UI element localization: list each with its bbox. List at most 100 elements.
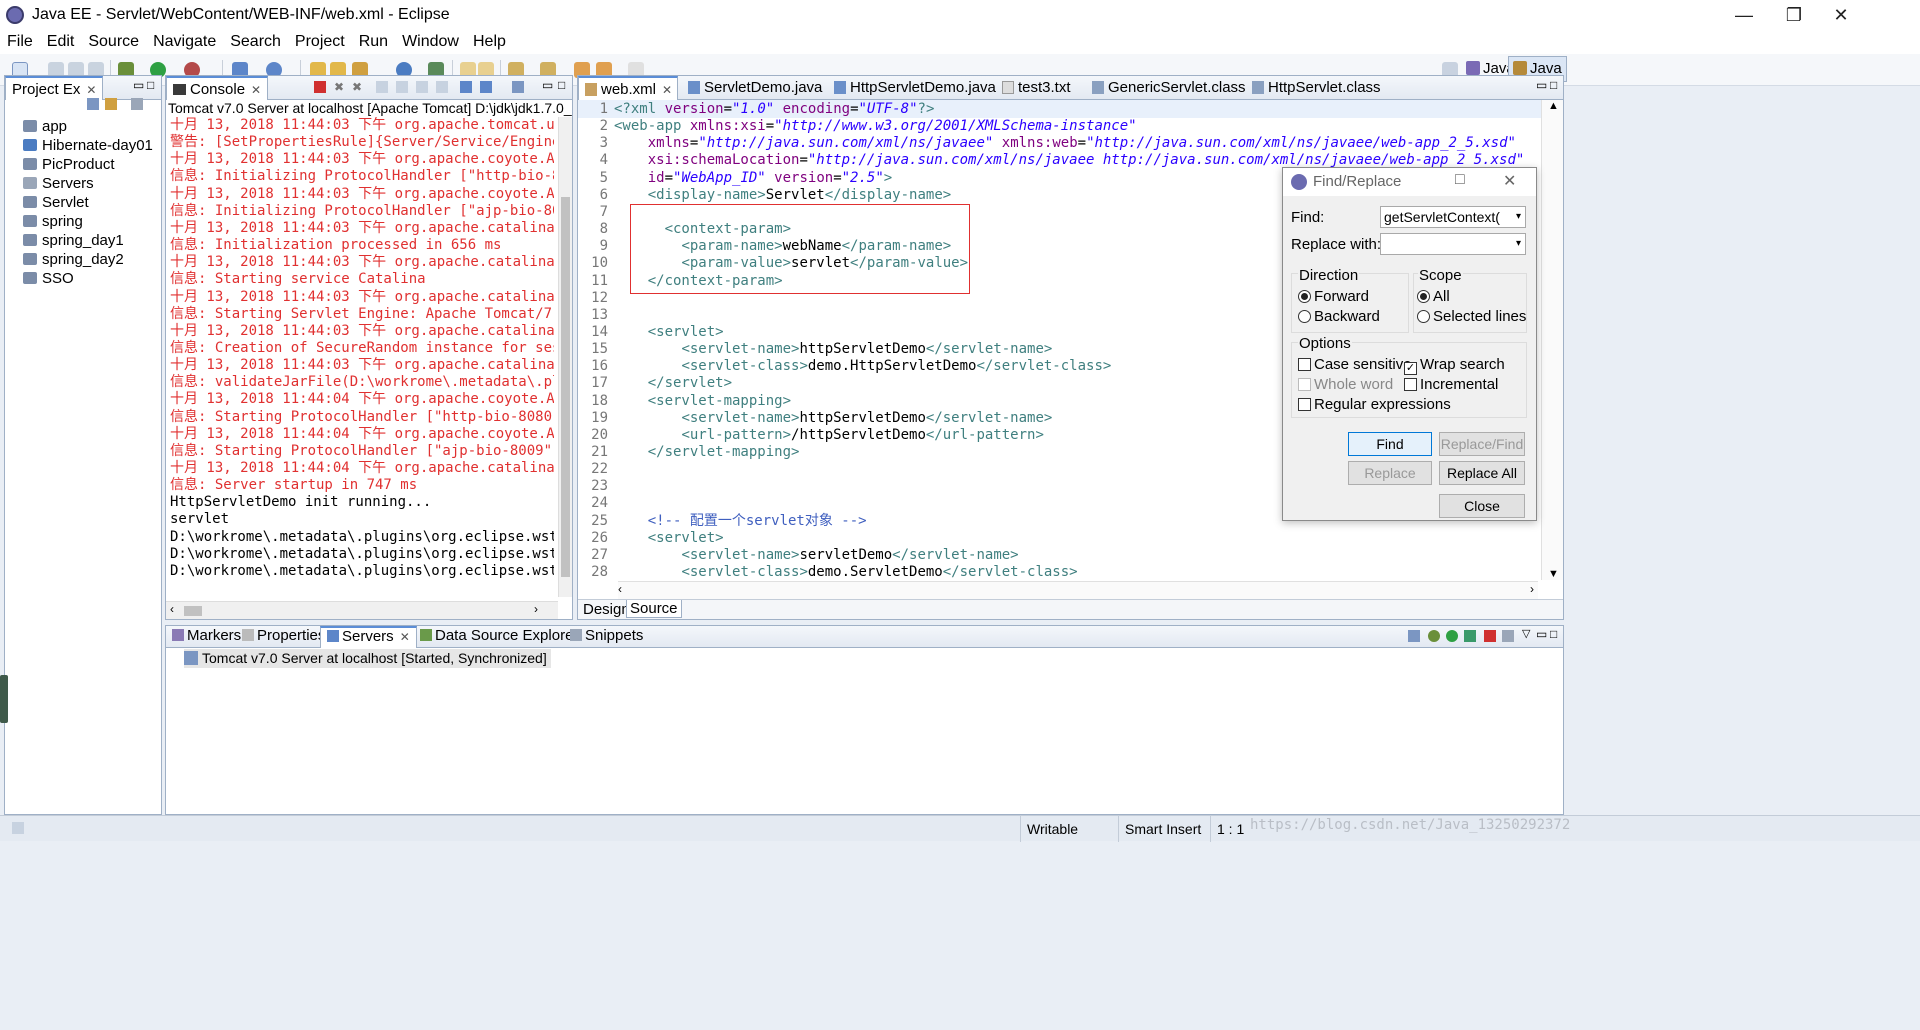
menu-search[interactable]: Search (223, 33, 288, 51)
remove-launch-icon[interactable]: ✖ (334, 80, 344, 94)
publish-icon[interactable] (1502, 630, 1514, 642)
tree-item-servlet[interactable]: Servlet (23, 193, 89, 212)
tab-source[interactable]: Source (626, 600, 682, 618)
tree-item-picproduct[interactable]: PicProduct (23, 155, 115, 174)
tab-test3-txt[interactable]: test3.txt (996, 76, 1077, 100)
incremental-label: Incremental (1420, 376, 1499, 393)
tab-snippets[interactable]: Snippets (564, 626, 649, 648)
tab-httpservlet-class[interactable]: HttpServlet.class (1246, 76, 1387, 100)
tree-item-sso[interactable]: SSO (23, 269, 74, 288)
tab-properties[interactable]: Properties (236, 626, 331, 648)
forward-radio[interactable]: Forward (1298, 288, 1369, 305)
tab-web-xml[interactable]: web.xml ✕ (578, 76, 678, 100)
menu-navigate[interactable]: Navigate (146, 33, 223, 51)
tab-markers[interactable]: Markers (166, 626, 247, 648)
tree-item-servers[interactable]: Servers (23, 174, 94, 193)
chevron-down-icon[interactable]: ▾ (1516, 234, 1521, 254)
link-editor-icon[interactable] (105, 98, 117, 110)
tab-httpservletdemo-java[interactable]: HttpServletDemo.java (828, 76, 1002, 100)
dialog-maximize-icon[interactable]: □ (1455, 171, 1465, 189)
open-console-icon[interactable] (512, 81, 524, 93)
console-line: 十月 13, 2018 11:44:03 下午 org.apache.catal… (170, 219, 554, 236)
tab-data-source-explorer[interactable]: Data Source Explorer (414, 626, 584, 648)
scroll-lock-icon[interactable] (396, 81, 408, 93)
minimize-view-icon[interactable]: ▭ (1536, 627, 1547, 641)
menu-run[interactable]: Run (352, 33, 395, 51)
dialog-close-icon[interactable]: ✕ (1503, 171, 1516, 191)
minimize-view-icon[interactable]: ▭ (542, 78, 553, 92)
case-sensitive-checkbox[interactable]: Case sensitive (1298, 356, 1412, 373)
minimize-view-icon[interactable]: ▭ (1536, 78, 1547, 92)
close-icon[interactable]: ✕ (400, 630, 410, 644)
maximize-view-icon[interactable]: □ (558, 78, 565, 92)
chevron-down-icon[interactable]: ▾ (1516, 207, 1521, 227)
show-on-error-icon[interactable] (436, 81, 448, 93)
close-icon[interactable]: ✕ (251, 83, 261, 97)
tree-item-app[interactable]: app (23, 117, 67, 136)
profile-server-icon[interactable] (1464, 630, 1476, 642)
backward-radio[interactable]: Backward (1298, 308, 1380, 325)
replace-all-button[interactable]: Replace All (1439, 461, 1525, 485)
maximize-view-icon[interactable]: □ (1550, 627, 1557, 641)
remove-all-icon[interactable]: ✖ (352, 80, 362, 94)
tree-item-spring[interactable]: spring (23, 212, 83, 231)
tab-console[interactable]: Console ✕ (166, 76, 269, 100)
maximize-view-icon[interactable]: □ (147, 78, 154, 92)
menu-file[interactable]: File (0, 33, 40, 51)
view-menu-icon[interactable]: ▽ (1522, 627, 1530, 640)
scroll-right-icon[interactable]: › (1530, 582, 1534, 596)
editor-hscrollbar[interactable]: ‹ › (618, 581, 1538, 599)
menu-window[interactable]: Window (395, 33, 466, 51)
editor-vscrollbar[interactable]: ▲ ▼ (1541, 100, 1563, 580)
pin-console-icon[interactable] (460, 81, 472, 93)
tab-project-explorer[interactable]: Project Ex ✕ (5, 76, 104, 100)
clear-console-icon[interactable] (376, 81, 388, 93)
regex-checkbox[interactable]: Regular expressions (1298, 396, 1451, 413)
close-icon[interactable]: ✕ (86, 83, 96, 97)
scroll-up-icon[interactable]: ▲ (1548, 100, 1559, 112)
show-on-output-icon[interactable] (416, 81, 428, 93)
fast-view-handle[interactable] (0, 675, 8, 723)
console-output[interactable]: 十月 13, 2018 11:44:03 下午 org.apache.tomca… (166, 117, 554, 617)
menu-edit[interactable]: Edit (40, 33, 82, 51)
console-hscrollbar[interactable]: ‹ › (166, 601, 558, 619)
tree-item-hibernate[interactable]: Hibernate-day01 (23, 136, 153, 155)
incremental-checkbox[interactable]: Incremental (1404, 376, 1498, 393)
tab-servletdemo-java[interactable]: ServletDemo.java (682, 76, 828, 100)
start-server-icon[interactable] (1446, 630, 1458, 642)
close-window-button[interactable]: ✕ (1812, 0, 1870, 30)
scope-all-radio[interactable]: All (1417, 288, 1450, 305)
console-hscroll-thumb[interactable] (184, 606, 202, 616)
scroll-left-icon[interactable]: ‹ (170, 602, 174, 616)
find-button[interactable]: Find (1348, 432, 1432, 456)
view-menu-icon[interactable] (131, 98, 143, 110)
console-vscroll-thumb[interactable] (561, 197, 570, 577)
console-vscrollbar[interactable] (558, 117, 572, 597)
scroll-down-icon[interactable]: ▼ (1548, 568, 1559, 580)
display-console-icon[interactable] (480, 81, 492, 93)
terminate-icon[interactable] (314, 81, 326, 93)
minimize-view-icon[interactable]: ▭ (133, 78, 144, 92)
tab-design[interactable]: Design (580, 601, 633, 618)
debug-server-icon[interactable] (1428, 630, 1440, 642)
tab-servers[interactable]: Servers ✕ (320, 626, 417, 648)
menu-source[interactable]: Source (81, 33, 146, 51)
find-input[interactable]: getServletContext(▾ (1380, 206, 1526, 228)
stop-server-icon[interactable] (1484, 630, 1496, 642)
scroll-left-icon[interactable]: ‹ (618, 582, 622, 596)
scroll-right-icon[interactable]: › (534, 602, 538, 616)
server-entry[interactable]: Tomcat v7.0 Server at localhost [Started… (184, 649, 551, 668)
scope-selected-lines-radio[interactable]: Selected lines (1417, 308, 1526, 325)
tree-item-spring-day2[interactable]: spring_day2 (23, 250, 124, 269)
close-icon[interactable]: ✕ (662, 83, 672, 97)
replace-input[interactable]: ▾ (1380, 233, 1526, 255)
menu-help[interactable]: Help (466, 33, 513, 51)
tree-item-spring-day1[interactable]: spring_day1 (23, 231, 124, 250)
menu-project[interactable]: Project (288, 33, 352, 51)
tab-genericservlet-class[interactable]: GenericServlet.class (1086, 76, 1252, 100)
collapse-icon[interactable] (1408, 630, 1420, 642)
collapse-all-icon[interactable] (87, 98, 99, 110)
close-button[interactable]: Close (1439, 494, 1525, 518)
wrap-search-checkbox[interactable]: ✓ Wrap search (1404, 356, 1505, 375)
maximize-view-icon[interactable]: □ (1550, 78, 1557, 92)
